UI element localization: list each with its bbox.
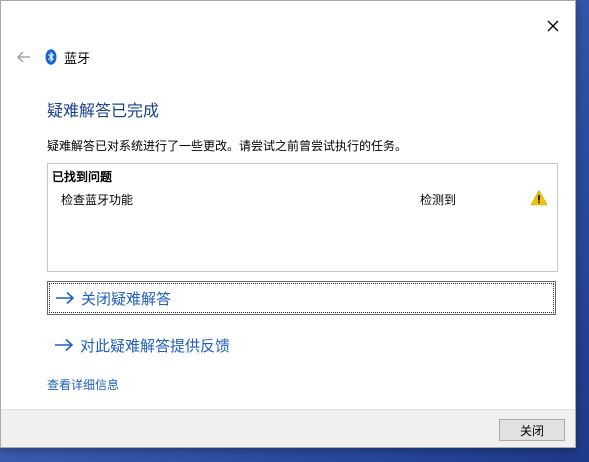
problem-status: 检测到 bbox=[420, 193, 457, 207]
bluetooth-icon bbox=[45, 49, 57, 65]
arrow-right-icon bbox=[54, 337, 74, 353]
problem-name: 检查蓝牙功能 bbox=[61, 193, 134, 207]
close-window-button[interactable] bbox=[540, 13, 566, 39]
back-button[interactable] bbox=[15, 48, 33, 66]
back-arrow-icon bbox=[17, 51, 30, 63]
problems-found-title: 已找到问题 bbox=[52, 170, 113, 184]
feedback-link[interactable]: 对此疑难解答提供反馈 bbox=[47, 328, 556, 362]
feedback-label: 对此疑难解答提供反馈 bbox=[80, 336, 231, 355]
window-title: 蓝牙 bbox=[64, 51, 91, 67]
arrow-right-icon bbox=[55, 290, 75, 306]
troubleshooter-dialog: 蓝牙 疑难解答已完成 疑难解答已对系统进行了一些更改。请尝试之前曾尝试执行的任务… bbox=[0, 0, 576, 448]
title-bar: 蓝牙 bbox=[15, 46, 90, 68]
page-description: 疑难解答已对系统进行了一些更改。请尝试之前曾尝试执行的任务。 bbox=[47, 139, 408, 153]
warning-icon bbox=[530, 189, 548, 206]
close-troubleshooter-label: 关闭疑难解答 bbox=[81, 289, 172, 308]
close-icon bbox=[547, 20, 559, 32]
close-troubleshooter-link[interactable]: 关闭疑难解答 bbox=[47, 281, 556, 315]
problems-found-panel: 已找到问题 检查蓝牙功能 检测到 bbox=[47, 163, 558, 272]
problem-row: 检查蓝牙功能 检测到 bbox=[48, 188, 557, 210]
page-title: 疑难解答已完成 bbox=[47, 101, 160, 120]
close-button[interactable]: 关闭 bbox=[499, 419, 565, 441]
dialog-footer: 关闭 bbox=[1, 409, 575, 447]
view-details-link[interactable]: 查看详细信息 bbox=[47, 376, 119, 393]
